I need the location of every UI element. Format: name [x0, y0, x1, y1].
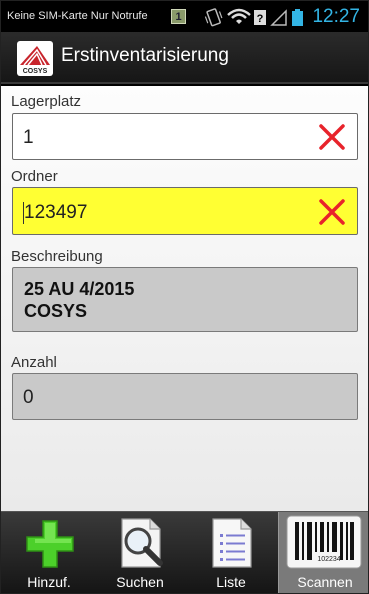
- hinzufuegen-button[interactable]: Hinzuf.: [5, 512, 93, 593]
- carrier-status: Keine SIM-Karte Nur Notrufe: [7, 10, 148, 22]
- svg-text:?: ?: [257, 13, 264, 25]
- lagerplatz-field[interactable]: 1: [12, 113, 358, 160]
- battery-icon: [292, 9, 303, 26]
- liste-button[interactable]: Liste: [187, 512, 275, 593]
- lagerplatz-value: 1: [23, 127, 34, 148]
- form-area: Lagerplatz 1 Ordner 123497 Beschreibung …: [1, 86, 368, 511]
- lagerplatz-label: Lagerplatz: [11, 93, 82, 110]
- beschreibung-line-2: COSYS: [24, 301, 88, 321]
- anzahl-field[interactable]: 0: [12, 373, 358, 420]
- scannen-button[interactable]: 102234 Scannen: [278, 512, 368, 593]
- suchen-button[interactable]: Suchen: [96, 512, 184, 593]
- sim-badge: 1: [171, 9, 186, 24]
- list-document-icon: [212, 518, 252, 568]
- beschreibung-line-1: 25 AU 4/2015: [24, 279, 135, 299]
- anzahl-label: Anzahl: [11, 354, 57, 371]
- liste-label: Liste: [216, 574, 246, 590]
- suchen-label: Suchen: [116, 574, 164, 590]
- clear-ordner-icon[interactable]: [317, 197, 347, 227]
- scannen-label: Scannen: [297, 574, 353, 590]
- plus-icon: [26, 520, 74, 568]
- beschreibung-field: 25 AU 4/2015 COSYS: [12, 267, 358, 332]
- signal-unknown-icon: ?: [254, 10, 266, 25]
- barcode-icon: 102234: [286, 515, 362, 569]
- page-title: Erstinventarisierung: [61, 45, 229, 66]
- wifi-icon: [227, 8, 251, 24]
- beschreibung-label: Beschreibung: [11, 248, 103, 265]
- clock: 12:27: [312, 6, 360, 27]
- ordner-field[interactable]: 123497: [12, 187, 358, 235]
- search-document-icon: [121, 518, 163, 568]
- clear-lagerplatz-icon[interactable]: [317, 122, 347, 152]
- hinzufuegen-label: Hinzuf.: [27, 574, 71, 590]
- logo-text: COSYS: [23, 68, 48, 75]
- ordner-label: Ordner: [11, 168, 58, 185]
- status-bar: Keine SIM-Karte Nur Notrufe 1 ? 12:27: [1, 1, 368, 32]
- ordner-value: 123497: [24, 202, 88, 223]
- beschreibung-text: 25 AU 4/2015 COSYS: [24, 278, 134, 322]
- logo-graphic: COSYS: [19, 46, 51, 75]
- app-screen: Keine SIM-Karte Nur Notrufe 1 ? 12:27 CO…: [0, 0, 369, 594]
- vibrate-icon: [204, 8, 223, 27]
- status-icons: ?: [204, 8, 303, 27]
- anzahl-value: 0: [23, 387, 34, 408]
- signal-empty-icon: [270, 9, 287, 26]
- bottom-toolbar: Hinzuf. Suchen Liste 102234 Scannen: [1, 511, 368, 593]
- cosys-logo[interactable]: COSYS: [17, 41, 53, 76]
- barcode-number: 102234: [317, 556, 340, 563]
- action-bar: COSYS Erstinventarisierung: [1, 32, 368, 84]
